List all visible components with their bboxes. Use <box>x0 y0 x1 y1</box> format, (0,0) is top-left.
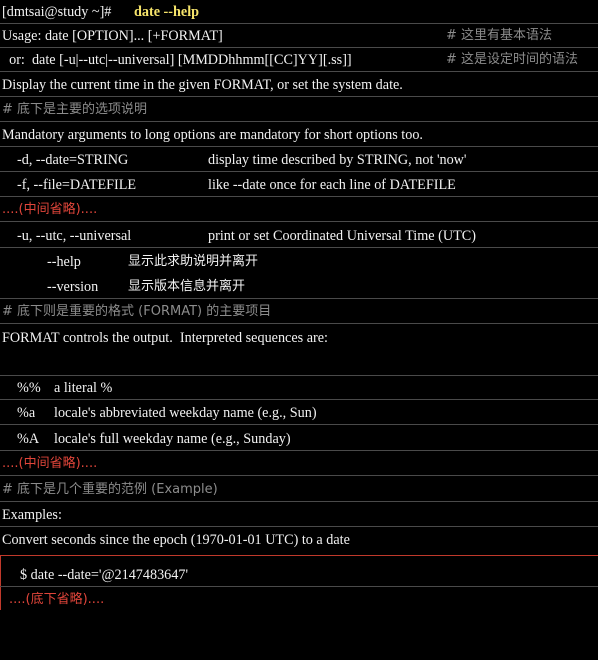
format-A-line: %A locale's full weekday name (e.g., Sun… <box>0 427 598 451</box>
mandatory-line: Mandatory arguments to long options are … <box>0 123 598 147</box>
option-flag: --version <box>47 279 99 295</box>
examples-comment: # 底下是几个重要的范例 (Example) <box>2 482 218 497</box>
format-controls-text: FORMAT controls the output. Interpreted … <box>2 330 328 346</box>
convert-seconds-text: Convert seconds since the epoch (1970-01… <box>2 532 350 548</box>
option-flag: --help <box>47 254 81 270</box>
option-version-line: --version 显示版本信息并离开 <box>0 275 598 299</box>
option-desc: display time described by STRING, not 'n… <box>208 152 467 168</box>
format-flag: %% <box>17 380 41 396</box>
usage-comment: # 这里有基本语法 <box>446 28 553 43</box>
option-flag: -f, --file=DATEFILE <box>17 177 137 193</box>
examples-label-line: Examples: <box>0 503 598 527</box>
convert-seconds-line: Convert seconds since the epoch (1970-01… <box>0 528 598 552</box>
examples-comment-line: # 底下是几个重要的范例 (Example) <box>0 478 598 502</box>
usage-alt-text: or: date [-u|--utc|--universal] [MMDDhhm… <box>2 52 352 68</box>
option-flag: -u, --utc, --universal <box>17 228 132 244</box>
examples-label: Examples: <box>2 507 62 523</box>
option-desc: print or set Coordinated Universal Time … <box>208 228 476 244</box>
format-percent-line: %% a literal % <box>0 376 598 400</box>
options-comment: # 底下是主要的选项说明 <box>2 102 148 117</box>
format-desc: locale's full weekday name (e.g., Sunday… <box>54 431 291 447</box>
format-flag: %A <box>17 431 40 447</box>
terminal-window[interactable]: [dmtsai@study ~]# date --help Usage: dat… <box>0 0 598 610</box>
option-desc: like --date once for each line of DATEFI… <box>208 177 456 193</box>
prompt-line: [dmtsai@study ~]# date --help <box>0 0 598 24</box>
example-command-line: $ date --date='@2147483647' <box>0 563 598 587</box>
omitted-line-1: ....(中间省略).... <box>0 198 598 222</box>
example-command: $ date --date='@2147483647' <box>20 567 189 583</box>
usage-line-1: Usage: date [OPTION]... [+FORMAT] # 这里有基… <box>0 24 598 48</box>
format-controls-line: FORMAT controls the output. Interpreted … <box>0 326 598 376</box>
usage-line-2: or: date [-u|--utc|--universal] [MMDDhhm… <box>0 48 598 72</box>
format-comment-line: # 底下则是重要的格式 (FORMAT) 的主要项目 <box>0 300 598 324</box>
description-text: Display the current time in the given FO… <box>2 77 403 93</box>
option-file-line: -f, --file=DATEFILE like --date once for… <box>0 173 598 197</box>
option-desc: 显示此求助说明并离开 <box>128 254 259 269</box>
options-comment-line: # 底下是主要的选项说明 <box>0 98 598 122</box>
highlight-border-top <box>0 555 598 556</box>
option-desc: 显示版本信息并离开 <box>128 279 246 294</box>
usage-text: Usage: date [OPTION]... [+FORMAT] <box>2 28 223 44</box>
omitted-below-line: ....(底下省略).... <box>0 588 598 612</box>
format-a-line: %a locale's abbreviated weekday name (e.… <box>0 401 598 425</box>
description-line: Display the current time in the given FO… <box>0 73 598 97</box>
format-flag: %a <box>17 405 36 421</box>
omitted-line-2: ....(中间省略).... <box>0 452 598 476</box>
omitted-below-text: ....(底下省略).... <box>9 592 105 607</box>
omitted-text: ....(中间省略).... <box>2 456 98 471</box>
omitted-text: ....(中间省略).... <box>2 202 98 217</box>
option-utc-line: -u, --utc, --universal print or set Coor… <box>0 224 598 248</box>
format-desc: locale's abbreviated weekday name (e.g.,… <box>54 405 317 421</box>
option-flag: -d, --date=STRING <box>17 152 129 168</box>
usage-alt-comment: # 这是设定时间的语法 <box>446 52 579 67</box>
shell-prompt: [dmtsai@study ~]# <box>2 4 115 20</box>
mandatory-text: Mandatory arguments to long options are … <box>2 127 423 143</box>
option-date-line: -d, --date=STRING display time described… <box>0 148 598 172</box>
format-desc: a literal % <box>54 380 113 396</box>
option-help-line: --help 显示此求助说明并离开 <box>0 250 598 274</box>
format-comment: # 底下则是重要的格式 (FORMAT) 的主要项目 <box>2 304 272 319</box>
command-text: date --help <box>134 4 200 20</box>
